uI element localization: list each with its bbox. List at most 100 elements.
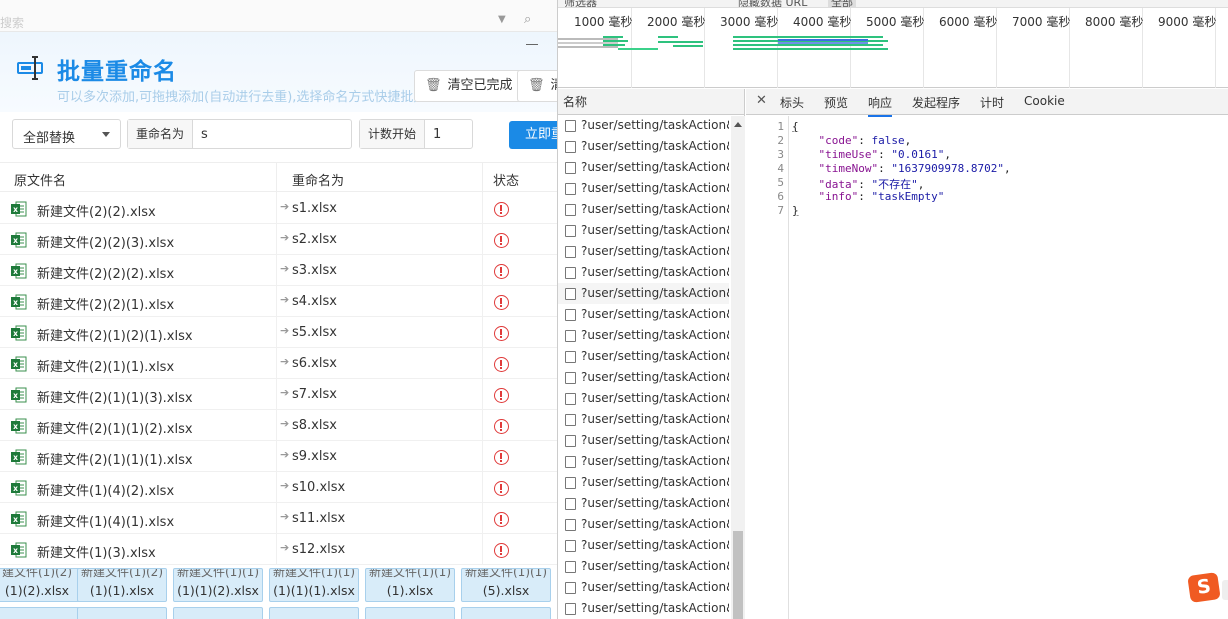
request-row[interactable]: ?user/setting/taskAction&action=getTask	[558, 430, 729, 451]
request-checkbox[interactable]	[565, 351, 576, 363]
request-checkbox[interactable]	[565, 183, 576, 195]
dropdown-arrow-icon[interactable]: ▼	[498, 14, 506, 25]
request-checkbox[interactable]	[565, 519, 576, 531]
request-checkbox[interactable]	[565, 561, 576, 573]
file-tile[interactable]	[365, 607, 455, 619]
scroll-up-icon[interactable]	[734, 122, 742, 127]
tab-initiator[interactable]: 发起程序	[912, 94, 960, 111]
clear-button[interactable]: 🗑清	[517, 70, 557, 102]
file-tile[interactable]: 新建文件(1)(1) (1)(1)(1).xlsx	[269, 568, 359, 602]
sogou-ime-icon[interactable]: S	[1187, 572, 1221, 603]
request-checkbox[interactable]	[565, 204, 576, 216]
request-row[interactable]: ?user/setting/taskAction&action=getTask	[558, 577, 729, 598]
code-line: {	[792, 120, 799, 133]
clear-done-button[interactable]: 🗑 清空已完成	[414, 70, 524, 102]
file-tile[interactable]	[173, 607, 263, 619]
request-row[interactable]: ?user/setting/taskAction&action=getTask	[558, 472, 729, 493]
table-row[interactable]: x 新建文件(2)(2)(1).xlsx ➔ s4.xlsx	[0, 286, 557, 317]
col-original-name: 原文件名	[14, 174, 67, 189]
request-row[interactable]: ?user/setting/taskAction&action=getTask	[558, 199, 729, 220]
file-tile[interactable]: 新建文件(1)(2) (1)(1).xlsx	[77, 568, 167, 602]
request-row[interactable]: ?user/setting/taskAction&action=getTask	[558, 115, 729, 136]
request-checkbox[interactable]	[565, 225, 576, 237]
scroll-thumb[interactable]	[733, 531, 743, 619]
search-icon[interactable]: ⌕	[524, 12, 531, 27]
mode-select[interactable]: 全部替换	[12, 119, 121, 149]
request-row[interactable]: ?user/setting/taskAction&action=getTask	[558, 514, 729, 535]
rename-input[interactable]	[193, 120, 343, 148]
waterfall-segment	[658, 36, 678, 38]
request-list-scrollbar[interactable]	[731, 116, 745, 619]
request-row[interactable]: ?user/setting/taskAction&action=getTask	[558, 325, 729, 346]
request-row[interactable]: ?user/setting/taskAction&action=getTask	[558, 283, 729, 304]
request-row[interactable]: ?user/setting/taskAction&action=getTask	[558, 157, 729, 178]
request-row[interactable]: ?user/setting/taskAction&action=getTask	[558, 136, 729, 157]
request-row[interactable]: ?user/setting/taskAction&action=getTask	[558, 388, 729, 409]
request-checkbox[interactable]	[565, 456, 576, 468]
start-rename-button[interactable]: 立即重命名	[509, 121, 557, 149]
tab-cookie[interactable]: Cookie	[1024, 94, 1065, 108]
file-tile[interactable]: 新建文件(1)(1) (1).xlsx	[365, 568, 455, 602]
request-checkbox[interactable]	[565, 393, 576, 405]
request-row[interactable]: ?user/setting/taskAction&action=getTask	[558, 262, 729, 283]
request-row[interactable]: ?user/setting/taskAction&action=getTask	[558, 493, 729, 514]
request-checkbox[interactable]	[565, 477, 576, 489]
request-checkbox[interactable]	[565, 603, 576, 615]
close-icon[interactable]: ✕	[756, 93, 767, 108]
table-row[interactable]: x 新建文件(2)(1)(1).xlsx ➔ s6.xlsx	[0, 348, 557, 379]
file-tile[interactable]	[77, 607, 167, 619]
tab-response[interactable]: 响应	[868, 94, 893, 117]
request-checkbox[interactable]	[565, 162, 576, 174]
table-row[interactable]: x 新建文件(2)(1)(1)(2).xlsx ➔ s8.xlsx	[0, 410, 557, 441]
file-tile[interactable]	[269, 607, 359, 619]
request-row[interactable]: ?user/setting/taskAction&action=getTask	[558, 556, 729, 577]
file-tile[interactable]	[461, 607, 551, 619]
file-tile[interactable]: 建文件(1)(2) (1)(2).xlsx	[0, 568, 82, 602]
request-row[interactable]: ?user/setting/taskAction&action=getTask	[558, 451, 729, 472]
table-row[interactable]: x 新建文件(2)(2)(3).xlsx ➔ s2.xlsx	[0, 224, 557, 255]
request-checkbox[interactable]	[565, 141, 576, 153]
request-row[interactable]: ?user/setting/taskAction&action=getTask	[558, 220, 729, 241]
line-number: 3	[777, 148, 784, 161]
request-checkbox[interactable]	[565, 435, 576, 447]
table-row[interactable]: x 新建文件(1)(4)(1).xlsx ➔ s11.xlsx	[0, 503, 557, 534]
request-row[interactable]: ?user/setting/taskAction&action=getTask	[558, 346, 729, 367]
file-tile[interactable]: 新建文件(1)(1) (1)(1)(2).xlsx	[173, 568, 263, 602]
request-checkbox[interactable]	[565, 120, 576, 132]
line-gutter: 1234567	[746, 116, 789, 619]
request-row[interactable]: ?user/setting/taskAction&action=getTask	[558, 598, 729, 619]
request-checkbox[interactable]	[565, 330, 576, 342]
request-checkbox[interactable]	[565, 309, 576, 321]
request-name: ?user/setting/taskAction&action=getTask	[581, 496, 729, 510]
request-checkbox[interactable]	[565, 372, 576, 384]
tab-preview[interactable]: 预览	[824, 94, 848, 111]
request-checkbox[interactable]	[565, 246, 576, 258]
minimize-button[interactable]	[526, 44, 538, 45]
request-checkbox[interactable]	[565, 267, 576, 279]
table-row[interactable]: x 新建文件(1)(4)(2).xlsx ➔ s10.xlsx	[0, 472, 557, 503]
tab-headers[interactable]: 标头	[780, 94, 804, 111]
request-row[interactable]: ?user/setting/taskAction&action=getTask	[558, 367, 729, 388]
table-row[interactable]: x 新建文件(2)(2)(2).xlsx ➔ s3.xlsx	[0, 255, 557, 286]
request-checkbox[interactable]	[565, 414, 576, 426]
table-row[interactable]: x 新建文件(1)(3).xlsx ➔ s12.xlsx	[0, 534, 557, 565]
request-row[interactable]: ?user/setting/taskAction&action=getTask	[558, 178, 729, 199]
count-input[interactable]	[425, 120, 470, 148]
file-tile[interactable]	[0, 607, 82, 619]
request-row[interactable]: ?user/setting/taskAction&action=getTask	[558, 304, 729, 325]
request-row[interactable]: ?user/setting/taskAction&action=getTask	[558, 241, 729, 262]
table-row[interactable]: x 新建文件(2)(1)(2)(1).xlsx ➔ s5.xlsx	[0, 317, 557, 348]
tab-timing[interactable]: 计时	[980, 94, 1004, 111]
request-row[interactable]: ?user/setting/taskAction&action=getTask	[558, 535, 729, 556]
request-row[interactable]: ?user/setting/taskAction&action=getTask	[558, 409, 729, 430]
request-checkbox[interactable]	[565, 582, 576, 594]
table-row[interactable]: x 新建文件(2)(2).xlsx ➔ s1.xlsx	[0, 193, 557, 224]
original-file-name: 新建文件(2)(2)(1).xlsx	[37, 298, 175, 313]
table-row[interactable]: x 新建文件(2)(1)(1)(1).xlsx ➔ s9.xlsx	[0, 441, 557, 472]
request-checkbox[interactable]	[565, 288, 576, 300]
file-tile[interactable]: 新建文件(1)(1) (5).xlsx	[461, 568, 551, 602]
request-checkbox[interactable]	[565, 540, 576, 552]
original-file-name: 新建文件(1)(4)(2).xlsx	[37, 484, 175, 499]
request-checkbox[interactable]	[565, 498, 576, 510]
table-row[interactable]: x 新建文件(2)(1)(1)(3).xlsx ➔ s7.xlsx	[0, 379, 557, 410]
